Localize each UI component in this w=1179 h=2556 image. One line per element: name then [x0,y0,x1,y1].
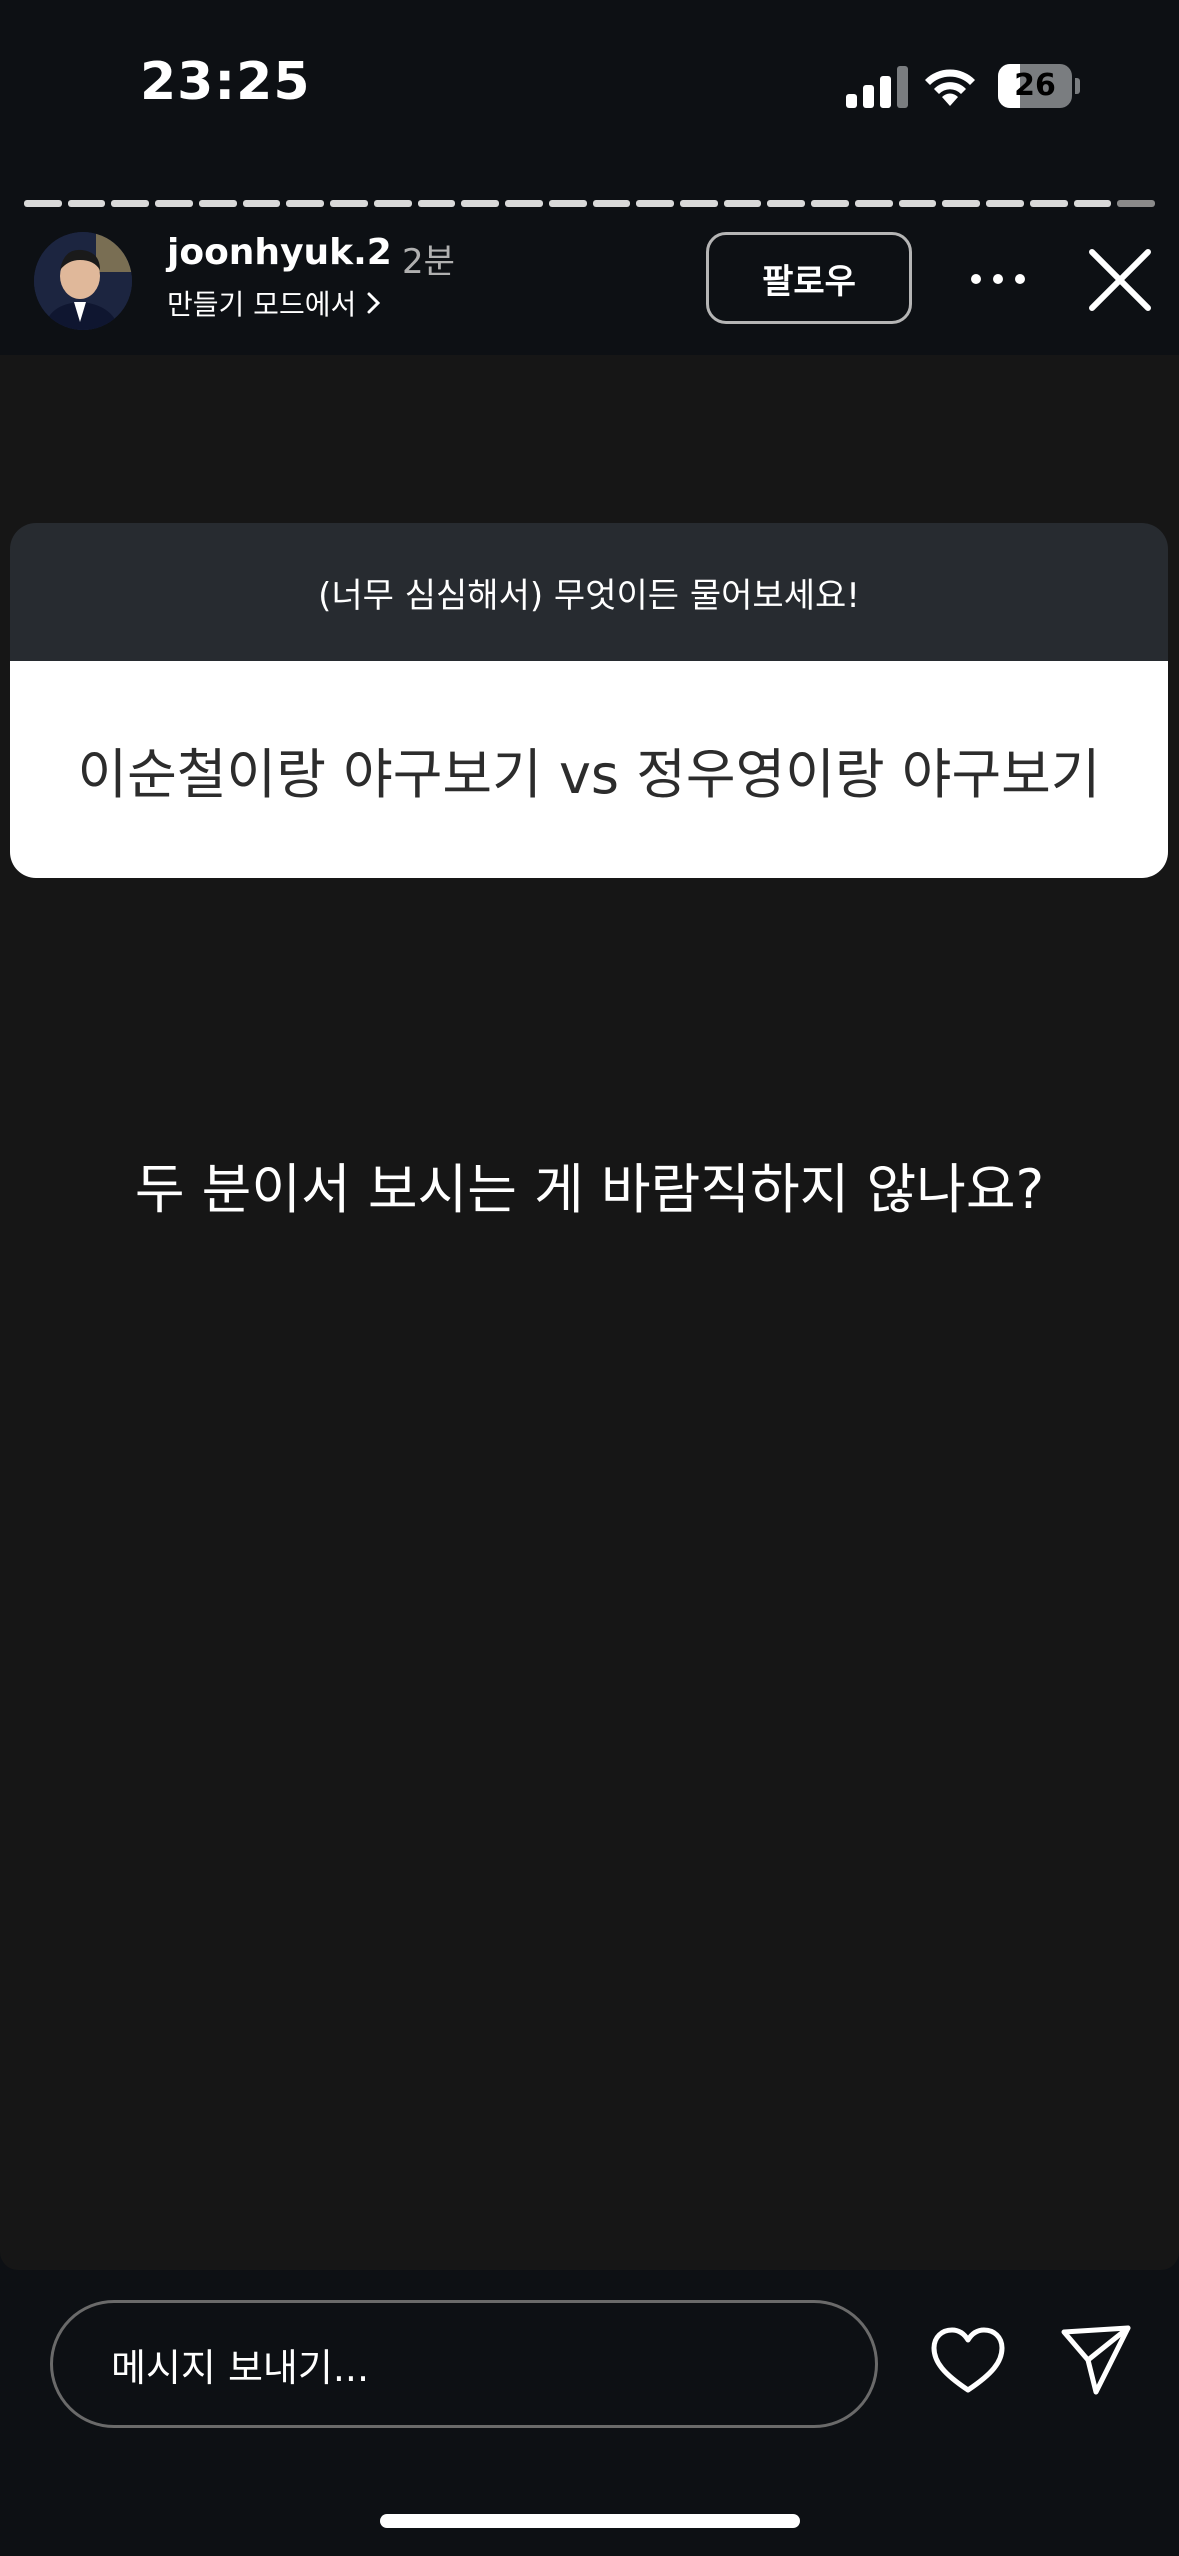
progress-segment [548,200,587,207]
answer-text: 두 분이서 보시는 게 바람직하지 않나요? [134,1158,1045,1221]
more-options-icon[interactable] [966,255,1030,303]
progress-segment [1117,200,1156,207]
progress-segment [942,200,981,207]
progress-segment [373,200,412,207]
progress-segment [898,200,937,207]
message-placeholder: 메시지 보내기... [111,2345,370,2390]
avatar[interactable] [34,232,132,330]
profile-photo-icon [34,232,132,330]
battery-level: 26 [1014,68,1056,103]
question-text: 이순철이랑 야구보기 vs 정우영이랑 야구보기 [10,661,1168,878]
chevron-right-icon [367,292,381,314]
progress-segment [505,200,543,207]
progress-segment [198,200,237,207]
status-bar: 23:25 26 [0,0,1179,170]
progress-segment [242,200,281,207]
question-sticker: (너무 심심해서) 무엇이든 물어보세요! 이순철이랑 야구보기 vs 정우영이… [10,523,1168,878]
username[interactable]: joonhyuk.2 [167,232,392,273]
close-icon[interactable] [1080,240,1160,320]
progress-segment [986,200,1024,207]
post-time: 2분 [402,242,455,282]
status-time: 23:25 [140,52,311,112]
progress-segment [723,200,762,207]
signal-icon [846,66,908,108]
subtitle-label: 만들기 모드에서 [167,288,357,321]
message-input[interactable]: 메시지 보내기... [50,2300,878,2428]
heart-icon[interactable] [930,2326,1006,2396]
progress-segment [24,200,62,207]
question-prompt: (너무 심심해서) 무엇이든 물어보세요! [10,523,1168,661]
progress-segment [461,200,500,207]
progress-segment [417,200,456,207]
send-icon[interactable] [1058,2322,1134,2398]
create-mode-link[interactable]: 만들기 모드에서 [167,283,382,323]
follow-button[interactable]: 팔로우 [706,232,912,324]
progress-segment [155,200,193,207]
progress-segment [330,200,368,207]
progress-segment [592,200,631,207]
wifi-icon [925,69,975,106]
progress-segment [286,200,325,207]
home-indicator [380,2514,800,2528]
progress-segment [1029,200,1068,207]
progress-segment [680,200,718,207]
progress-segment [111,200,150,207]
story-content: (너무 심심해서) 무엇이든 물어보세요! 이순철이랑 야구보기 vs 정우영이… [0,355,1179,2270]
story-progress-bar [24,200,1156,207]
progress-segment [767,200,806,207]
progress-segment [636,200,675,207]
progress-segment [67,200,106,207]
progress-segment [1073,200,1112,207]
battery-icon: 26 [998,64,1080,108]
progress-segment [811,200,849,207]
progress-segment [854,200,893,207]
